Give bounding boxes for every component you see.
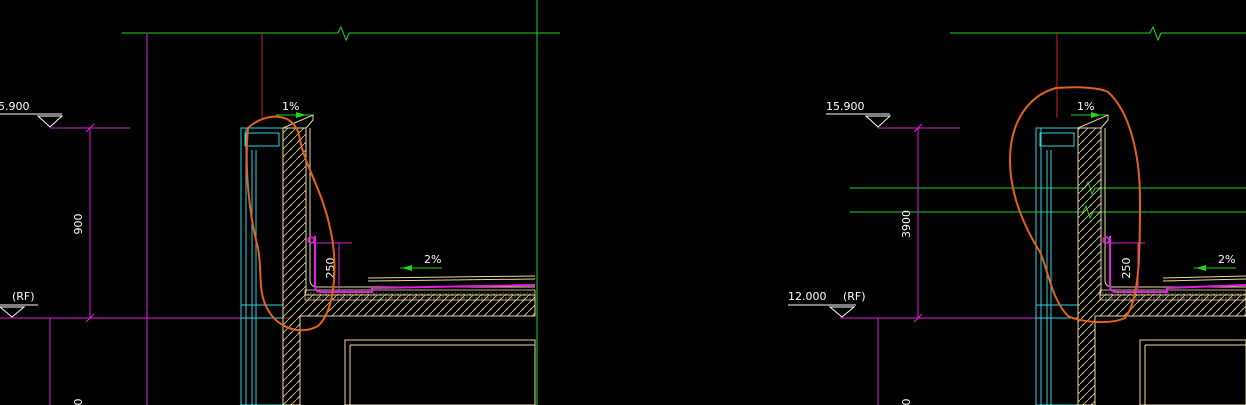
right-dim-0-text: 0 bbox=[900, 399, 913, 405]
left-elevation-bottom-label: (RF) bbox=[12, 290, 35, 303]
left-slope-roof: 2% bbox=[400, 253, 442, 271]
cad-drawing-canvas: 5.900 (RF) 900 0 250 1% 2% 15.900 12.000… bbox=[0, 0, 1246, 405]
right-elevation-bottom-marker: 12.000 (RF) bbox=[788, 290, 1040, 319]
left-vertical-dimension: 900 0 bbox=[49, 123, 95, 405]
left-dim-900-text: 900 bbox=[72, 214, 85, 235]
left-elevation-top-marker: 5.900 bbox=[0, 100, 130, 129]
left-detail-panel: 5.900 (RF) 900 0 250 1% 2% bbox=[0, 0, 560, 405]
right-detail-panel: 15.900 12.000 (RF) 3900 0 250 1% 2% bbox=[788, 25, 1246, 405]
left-slope-1pct-text: 1% bbox=[282, 100, 299, 113]
left-slope-parapet: 1% bbox=[276, 100, 312, 118]
left-slope-2pct-text: 2% bbox=[424, 253, 441, 266]
left-break-line bbox=[122, 25, 560, 42]
right-roof-buildup: 250 bbox=[1099, 128, 1246, 301]
left-elevation-top-text: 5.900 bbox=[0, 100, 30, 113]
right-elevation-top-text: 15.900 bbox=[826, 100, 865, 113]
right-elevation-bottom-text: 12.000 bbox=[788, 290, 827, 303]
left-concrete-structure bbox=[282, 114, 536, 405]
right-slope-roof: 2% bbox=[1194, 253, 1236, 271]
right-break-line bbox=[950, 25, 1246, 42]
right-dim-3900-text: 3900 bbox=[900, 210, 913, 238]
right-slope-parapet: 1% bbox=[1071, 100, 1107, 118]
right-slope-2pct-text: 2% bbox=[1218, 253, 1235, 266]
left-dim-0-text: 0 bbox=[72, 399, 85, 405]
right-upstand-250-text: 250 bbox=[1120, 258, 1133, 279]
right-vertical-dimension: 3900 0 bbox=[877, 123, 923, 405]
right-parapet-cladding bbox=[1035, 127, 1079, 405]
right-elevation-top-marker: 15.900 bbox=[826, 100, 960, 129]
right-elevation-bottom-label: (RF) bbox=[843, 290, 866, 303]
right-slope-1pct-text: 1% bbox=[1077, 100, 1094, 113]
left-roof-buildup: 250 bbox=[304, 128, 536, 301]
